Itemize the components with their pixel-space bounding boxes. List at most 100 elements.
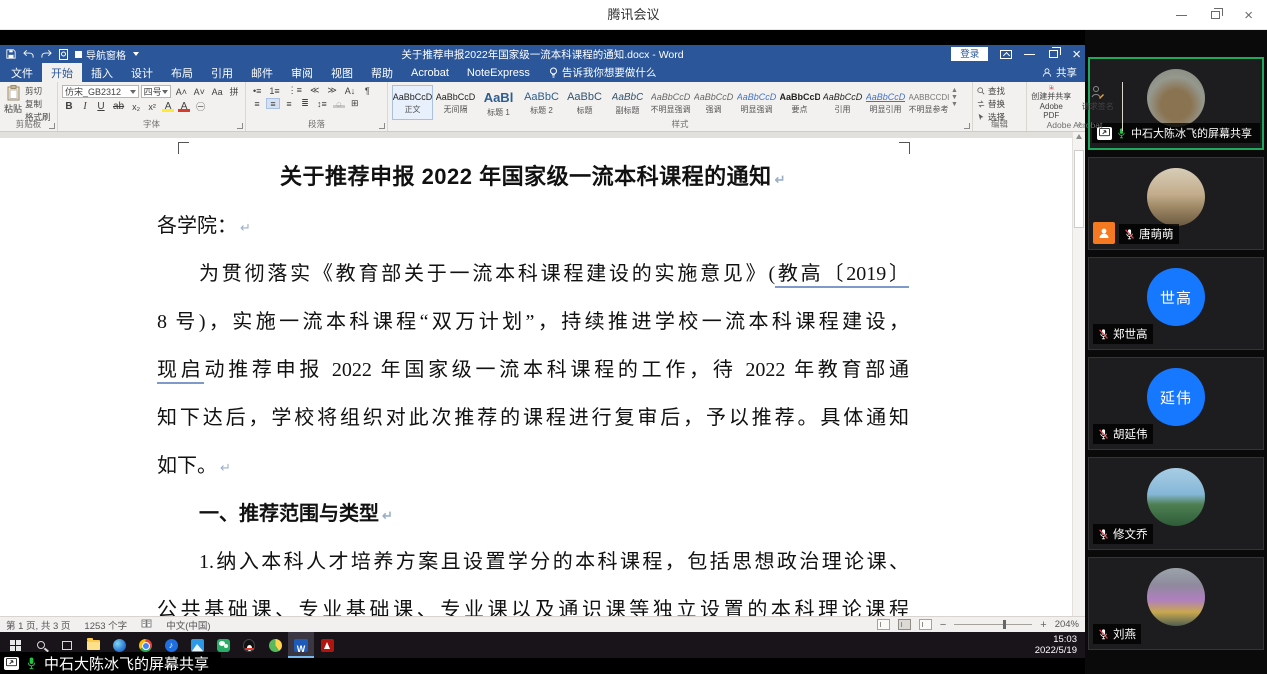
style-card[interactable]: AaBbCcD 引用 <box>822 85 863 120</box>
gallery-up-icon[interactable]: ▲ <box>951 87 958 94</box>
enclose-characters-button[interactable]: ㊀ <box>193 101 208 112</box>
participant-tile[interactable]: 唐萌萌 <box>1088 157 1264 250</box>
request-signature-button[interactable]: 请求签名 <box>1078 85 1119 120</box>
document-page[interactable]: 关于推荐申报 2022 年国家级一流本科课程的通知 ↵ 各学院： ↵ 为贯彻落实《教… <box>157 160 909 616</box>
subscript-button[interactable]: x₂ <box>129 101 143 112</box>
increase-indent-icon[interactable]: ≫ <box>324 85 339 96</box>
web-layout-icon[interactable] <box>918 619 932 630</box>
style-card[interactable]: AaBbCcD 明显强调 <box>736 85 777 120</box>
collapse-ribbon-icon[interactable]: ˄ <box>1077 120 1082 129</box>
tab-noteexpress[interactable]: NoteExpress <box>458 63 539 82</box>
tab-insert[interactable]: 插入 <box>82 63 122 82</box>
superscript-button[interactable]: x² <box>145 101 159 112</box>
decrease-indent-icon[interactable]: ≪ <box>307 85 322 96</box>
font-dialog-launcher[interactable] <box>237 123 243 129</box>
bullets-icon[interactable]: •≡ <box>250 85 264 96</box>
cut-button[interactable]: 剪切 <box>25 85 51 97</box>
save-icon[interactable] <box>6 49 16 59</box>
print-layout-icon[interactable] <box>897 619 911 630</box>
create-share-pdf-button[interactable]: 创建并共享 Adobe PDF <box>1031 85 1072 120</box>
clipboard-dialog-launcher[interactable] <box>49 123 55 129</box>
style-card[interactable]: AaBbC 副标题 <box>607 85 648 120</box>
tab-review[interactable]: 审阅 <box>282 63 322 82</box>
close-icon[interactable]: × <box>1244 8 1253 23</box>
redo-icon[interactable] <box>41 49 52 59</box>
paste-button[interactable]: 粘贴 <box>4 85 22 120</box>
gallery-expand-icon[interactable]: ▼ <box>951 101 958 108</box>
share-button[interactable]: 共享 <box>1042 63 1077 82</box>
justify-icon[interactable]: ≣ <box>298 98 312 109</box>
word-count[interactable]: 1253 个字 <box>84 618 127 632</box>
qq-button[interactable] <box>236 632 262 658</box>
read-mode-icon[interactable] <box>876 619 890 630</box>
style-card[interactable]: AaBl 标题 1 <box>478 85 519 120</box>
undo-icon[interactable] <box>23 49 34 59</box>
word-minimize-icon[interactable] <box>1024 53 1036 55</box>
replace-button[interactable]: 替换 <box>977 98 1022 110</box>
minimize-icon[interactable] <box>1176 14 1188 16</box>
numbering-icon[interactable]: 1≡ <box>266 85 282 96</box>
multilevel-list-icon[interactable]: ⋮≡ <box>285 85 305 96</box>
gallery-down-icon[interactable]: ▼ <box>951 94 958 101</box>
align-left-icon[interactable]: ≡ <box>250 98 264 109</box>
italic-button[interactable]: I <box>78 100 92 113</box>
zoom-slider[interactable] <box>954 620 1033 629</box>
word-taskbar-button[interactable] <box>288 632 314 658</box>
show-marks-icon[interactable]: ¶ <box>360 85 374 96</box>
style-card[interactable]: AaBbC 标题 2 <box>521 85 562 120</box>
tab-layout[interactable]: 布局 <box>162 63 202 82</box>
tab-help[interactable]: 帮助 <box>362 63 402 82</box>
vertical-scrollbar[interactable] <box>1072 132 1085 616</box>
borders-icon[interactable]: ⊞ <box>348 98 362 109</box>
tab-references[interactable]: 引用 <box>202 63 242 82</box>
sort-icon[interactable]: A↓ <box>342 85 359 96</box>
style-card[interactable]: AABBCCDI 不明显参考 <box>908 85 949 120</box>
phonetic-guide-button[interactable]: 拼 <box>227 86 241 97</box>
ribbon-display-options-icon[interactable] <box>1000 49 1013 59</box>
language-indicator[interactable]: 中文(中国) <box>166 618 210 632</box>
style-card[interactable]: AaBbCcD 明显引用 <box>865 85 906 120</box>
style-card[interactable]: AaBbCcD 强调 <box>693 85 734 120</box>
tab-mailings[interactable]: 邮件 <box>242 63 282 82</box>
paragraph-dialog-launcher[interactable] <box>379 123 385 129</box>
tab-file[interactable]: 文件 <box>2 63 42 82</box>
participant-tile[interactable]: 延伟 胡延伟 <box>1088 357 1264 450</box>
align-center-icon[interactable]: ≡ <box>266 98 280 109</box>
grow-font-button[interactable]: A˄ <box>173 86 189 97</box>
print-preview-icon[interactable] <box>59 48 68 60</box>
underline-button[interactable]: U <box>94 100 108 113</box>
zoom-out-icon[interactable]: − <box>940 619 946 631</box>
participant-tile[interactable]: 修文乔 <box>1088 457 1264 550</box>
copy-button[interactable]: 复制 <box>25 98 51 110</box>
scroll-up-icon[interactable] <box>1076 134 1082 139</box>
word-close-icon[interactable]: × <box>1072 47 1081 62</box>
change-case-button[interactable]: Aa <box>209 86 225 97</box>
font-size-combobox[interactable]: 四号 <box>140 85 172 98</box>
zoom-in-icon[interactable]: + <box>1040 619 1046 631</box>
tab-home[interactable]: 开始 <box>42 63 82 82</box>
style-card[interactable]: AaBbCcD 正文 <box>392 85 433 120</box>
style-card[interactable]: AaBbC 标题 <box>564 85 605 120</box>
find-button[interactable]: 查找 <box>977 85 1022 97</box>
signin-button[interactable]: 登录 <box>951 47 989 61</box>
align-right-icon[interactable]: ≡ <box>282 98 296 109</box>
style-card[interactable]: AaBbCcD 无间隔 <box>435 85 476 120</box>
participant-tile[interactable]: 刘燕 <box>1088 557 1264 650</box>
proofing-icon[interactable] <box>141 618 152 631</box>
tab-view[interactable]: 视图 <box>322 63 362 82</box>
styles-dialog-launcher[interactable] <box>964 123 970 129</box>
zoom-level[interactable]: 204% <box>1055 619 1079 630</box>
page-indicator[interactable]: 第 1 页, 共 3 页 <box>6 618 70 632</box>
style-card[interactable]: AaBbCcD 要点 <box>779 85 820 120</box>
font-color-button[interactable]: A <box>177 100 191 113</box>
qat-dropdown-icon[interactable] <box>133 52 139 56</box>
tab-design[interactable]: 设计 <box>122 63 162 82</box>
bold-button[interactable]: B <box>62 100 76 113</box>
tell-me-box[interactable]: 告诉我你想要做什么 <box>539 63 667 82</box>
taskbar-clock[interactable]: 15:03 2022/5/19 <box>1035 634 1085 656</box>
scrollbar-thumb[interactable] <box>1074 150 1084 228</box>
font-name-combobox[interactable]: 仿宋_GB2312 <box>62 85 139 98</box>
zoom-slider-thumb[interactable] <box>1002 620 1006 629</box>
strikethrough-button[interactable]: ab <box>110 100 127 113</box>
browser-button[interactable] <box>262 632 288 658</box>
